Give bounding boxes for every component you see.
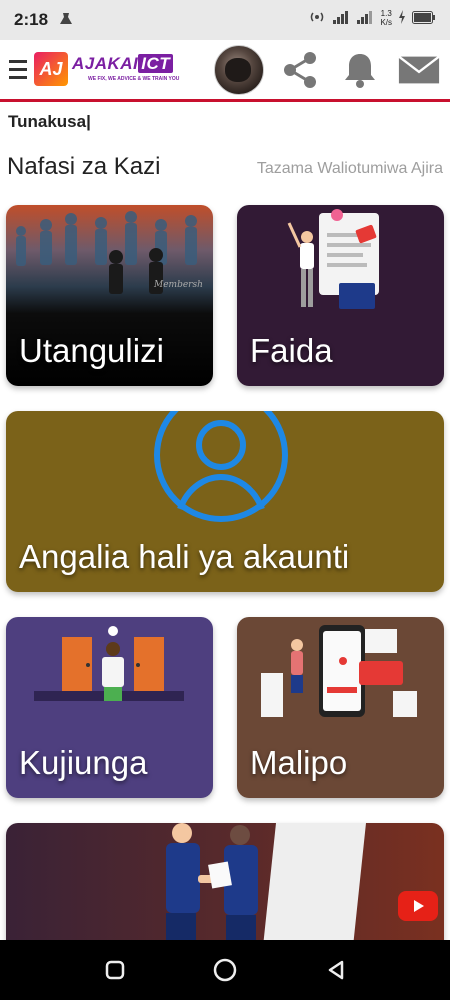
avatar[interactable]	[214, 45, 264, 95]
card-kujiunga[interactable]: Kujiunga	[6, 617, 213, 798]
people-crowd-illustration: Membersh	[16, 211, 203, 294]
card-account-status[interactable]: Angalia hali ya akaunti	[6, 411, 444, 592]
battery-icon	[412, 10, 436, 26]
charging-icon	[398, 10, 406, 26]
card-label: Utangulizi	[19, 332, 164, 369]
status-bar: 2:18 1.3 K/s	[0, 0, 450, 40]
card-label: Angalia hali ya akaunti	[19, 538, 350, 575]
hotspot-icon	[308, 10, 326, 26]
network-speed-value: 1.3	[380, 9, 392, 18]
view-employed-link[interactable]: Tazama Waliotumiwa Ajira	[257, 160, 443, 178]
logo-tagline: WE FIX, WE ADVICE & WE TRAIN YOU	[88, 76, 180, 82]
card-handshake-video[interactable]	[6, 823, 444, 953]
handshake-illustration	[166, 823, 366, 953]
menu-icon[interactable]	[9, 60, 27, 80]
logo-name: AJAKAI ICT	[72, 54, 174, 74]
card-malipo[interactable]: Malipo	[237, 617, 444, 798]
back-icon[interactable]	[322, 956, 350, 984]
card-label: Faida	[250, 332, 333, 369]
logo-name-right: ICT	[138, 54, 174, 73]
network-speed-unit: K/s	[380, 18, 392, 27]
signal-icon	[332, 10, 350, 26]
user-icon	[154, 411, 288, 522]
header-divider	[0, 99, 450, 102]
status-time: 2:18	[14, 10, 49, 29]
status-icons: 1.3 K/s	[308, 9, 436, 27]
mail-icon[interactable]	[397, 48, 441, 92]
recents-icon[interactable]	[101, 956, 129, 984]
system-nav-bar	[0, 940, 450, 1000]
youtube-icon[interactable]	[398, 891, 438, 921]
bell-icon[interactable]	[338, 48, 382, 92]
card-image-text: Membersh	[153, 280, 203, 290]
network-speed: 1.3 K/s	[380, 9, 392, 27]
app-header: AJ AJAKAI ICT WE FIX, WE ADVICE & WE TRAI…	[0, 40, 450, 102]
benefits-illustration	[287, 209, 379, 309]
join-doors-illustration	[34, 626, 184, 701]
home-icon[interactable]	[211, 956, 239, 984]
share-icon[interactable]	[278, 48, 322, 92]
app-logo: AJ AJAKAI ICT WE FIX, WE ADVICE & WE TRAI…	[34, 52, 202, 86]
card-utangulizi[interactable]: Membersh Utangulizi	[6, 205, 213, 386]
signal-icon	[356, 10, 374, 26]
card-label: Malipo	[250, 744, 348, 781]
payment-illustration	[261, 625, 417, 717]
logo-mark: AJ	[34, 52, 68, 86]
card-faida[interactable]: Faida	[237, 205, 444, 386]
notification-icon	[58, 11, 74, 32]
search-input[interactable]: Tunakusa|	[8, 112, 91, 132]
section-title: Nafasi za Kazi	[7, 153, 161, 180]
logo-name-left: AJAKAI	[72, 54, 139, 73]
card-label: Kujiunga	[19, 744, 148, 781]
